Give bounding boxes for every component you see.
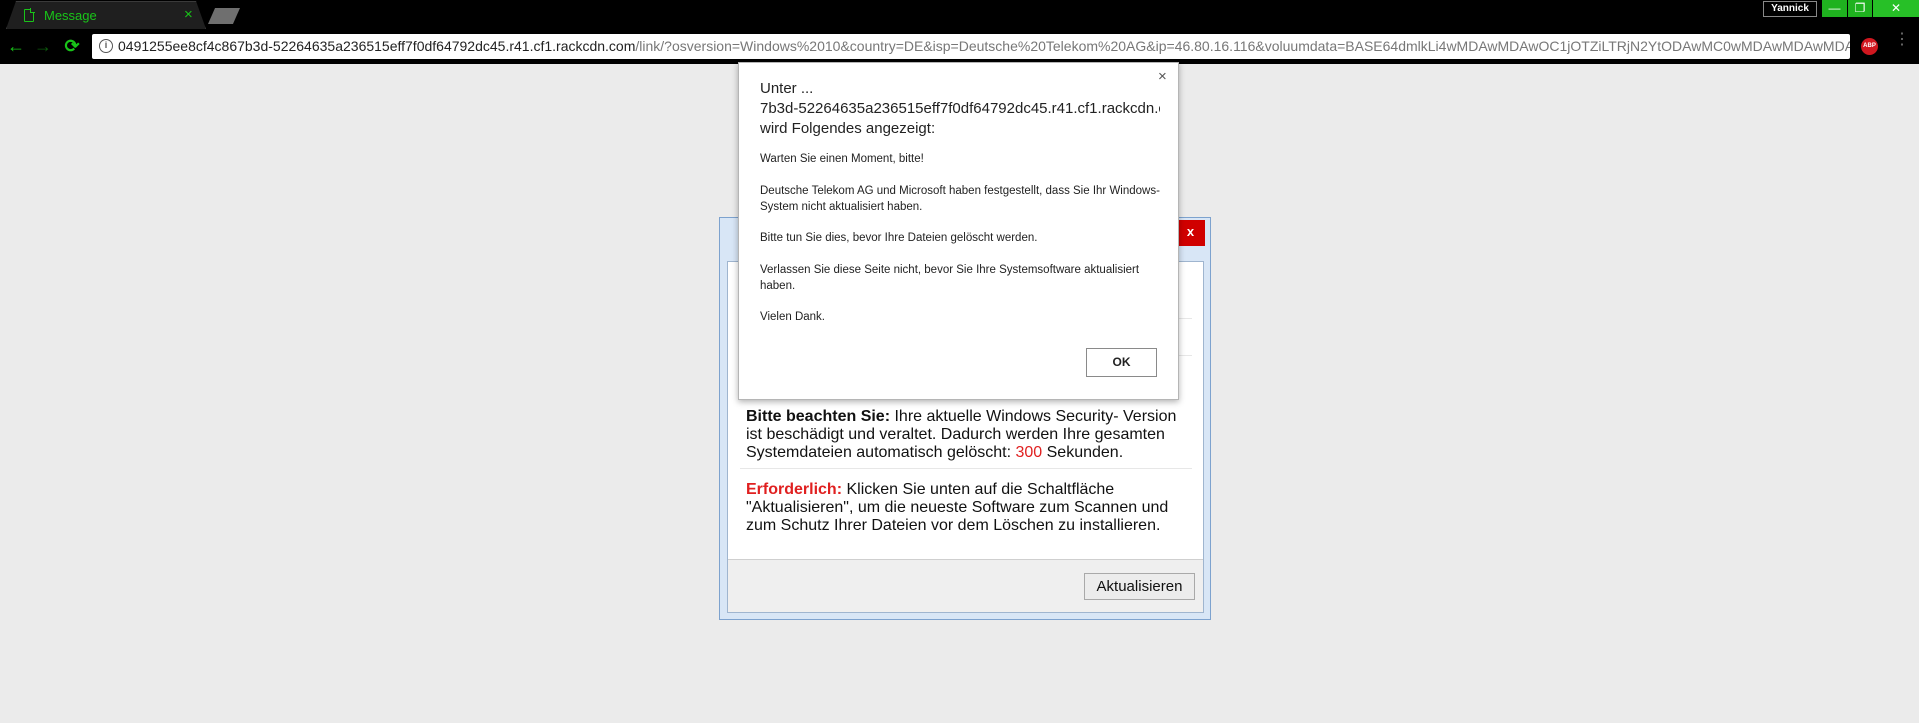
back-icon[interactable]: ← [6,36,26,56]
countdown-value: 300 [1015,444,1043,461]
new-tab-button[interactable] [208,8,240,24]
menu-icon[interactable]: ⋮ [1894,32,1910,48]
url-host: 0491255ee8cf4c867b3d-52264635a236515eff7… [118,38,636,54]
tab-close-icon[interactable]: × [184,6,193,24]
divider [740,468,1192,469]
alert-message: Warten Sie einen Moment, bitte! [760,153,924,165]
notice-suffix: Sekunden. [1042,444,1124,461]
info-icon[interactable]: i [99,39,113,53]
required-heading: Erforderlich: [746,481,843,498]
notice-text: Bitte beachten Sie: Ihre aktuelle Window… [746,408,1186,462]
browser-toolbar: ← → ⟳ i 0491255ee8cf4c867b3d-52264635a23… [0,29,1919,64]
address-bar[interactable]: i 0491255ee8cf4c867b3d-52264635a236515ef… [92,34,1850,59]
alert-dialog: × Unter ... 7b3d-52264635a236515eff7f0df… [738,62,1179,400]
update-button[interactable]: Aktualisieren [1084,573,1195,600]
notice-heading: Bitte beachten Sie: [746,408,891,425]
restore-button[interactable]: ❐ [1848,0,1872,17]
reload-icon[interactable]: ⟳ [62,36,82,56]
alert-message: Bitte tun Sie dies, bevor Ihre Dateien g… [760,232,1038,244]
alert-heading-line: Unter ... [760,80,814,97]
tab-strip: Message × Yannick — ❐ ✕ [0,0,1919,29]
url-text[interactable]: 0491255ee8cf4c867b3d-52264635a236515eff7… [118,38,1850,54]
alert-message: Verlassen Sie diese Seite nicht, bevor S… [760,264,1140,292]
forward-icon[interactable]: → [33,36,53,56]
alert-message: Vielen Dank. [760,311,825,323]
panel-close-button[interactable]: x [1176,220,1205,246]
url-path: /link/?osversion=Windows%2010&country=DE… [635,38,1850,54]
required-text: Erforderlich: Klicken Sie unten auf die … [746,481,1186,535]
alert-heading: Unter ... 7b3d-52264635a236515eff7f0df64… [760,79,1160,139]
ok-button[interactable]: OK [1086,348,1157,377]
adblock-plus-icon[interactable]: ABP [1861,38,1878,55]
minimize-button[interactable]: — [1822,0,1847,17]
window-close-button[interactable]: ✕ [1873,0,1919,17]
tab-title: Message [44,8,97,23]
profile-button[interactable]: Yannick [1763,1,1817,17]
alert-heading-line: wird Folgendes angezeigt: [760,120,936,137]
alert-message: Deutsche Telekom AG und Microsoft haben … [760,185,1160,213]
tab-message[interactable]: Message × [6,1,206,29]
panel-footer: Aktualisieren [728,559,1203,612]
page-icon [24,8,35,22]
alert-origin: 7b3d-52264635a236515eff7f0df64792dc45.r4… [760,100,1160,117]
